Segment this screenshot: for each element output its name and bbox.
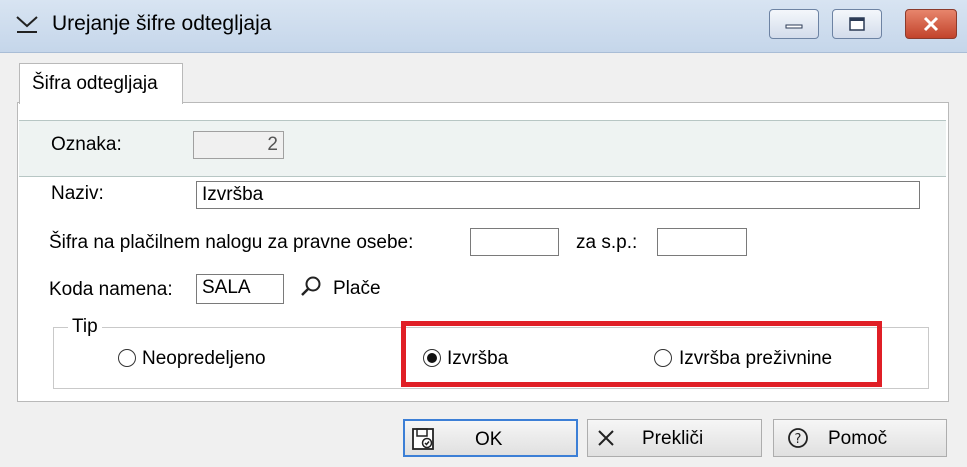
title-bar: Urejanje šifre odtegljaja <box>0 0 967 53</box>
help-label: Pomoč <box>828 428 888 449</box>
radio-neopredeljeno-label[interactable]: Neopredeljeno <box>142 348 266 370</box>
koda-label: Koda namena: <box>49 279 173 300</box>
koda-description: Plače <box>333 278 381 299</box>
cancel-button[interactable]: Prekliči <box>587 419 762 457</box>
help-button[interactable]: ? Pomoč <box>773 419 947 457</box>
naziv-field[interactable]: Izvršba <box>196 181 920 209</box>
cancel-label: Prekliči <box>642 428 704 449</box>
oznaka-label: Oznaka: <box>51 134 122 155</box>
zasp-field[interactable] <box>657 228 747 256</box>
window-title: Urejanje šifre odtegljaja <box>52 12 272 35</box>
search-icon[interactable] <box>300 275 322 297</box>
oznaka-row <box>19 120 946 177</box>
window-menu-icon[interactable] <box>14 12 40 36</box>
radio-neopredeljeno[interactable] <box>118 349 136 367</box>
ok-button[interactable]: OK <box>403 419 578 457</box>
tab-sifra-odtegljaja[interactable]: Šifra odtegljaja <box>19 63 183 104</box>
maximize-button[interactable] <box>832 9 882 39</box>
highlight-box <box>401 321 882 387</box>
tip-group-title: Tip <box>68 316 102 338</box>
naziv-label: Naziv: <box>51 183 104 204</box>
sifra-label: Šifra na plačilnem nalogu za pravne oseb… <box>49 232 414 253</box>
dialog-window: Urejanje šifre odtegljaja Šifra odteglja… <box>0 0 967 467</box>
cancel-x-icon <box>598 430 614 446</box>
minimize-button[interactable] <box>769 9 819 39</box>
maximize-icon <box>849 17 865 31</box>
help-icon: ? <box>788 428 808 448</box>
save-icon <box>412 428 434 450</box>
sifra-field[interactable] <box>470 228 559 256</box>
svg-text:?: ? <box>795 432 802 447</box>
oznaka-field: 2 <box>193 131 284 159</box>
close-icon <box>923 16 939 32</box>
koda-field[interactable]: SALA <box>196 274 284 304</box>
minimize-icon <box>785 24 803 29</box>
close-button[interactable] <box>905 9 957 39</box>
tab-label: Šifra odtegljaja <box>32 73 158 94</box>
ok-label: OK <box>475 429 503 450</box>
zasp-label: za s.p.: <box>576 232 638 253</box>
